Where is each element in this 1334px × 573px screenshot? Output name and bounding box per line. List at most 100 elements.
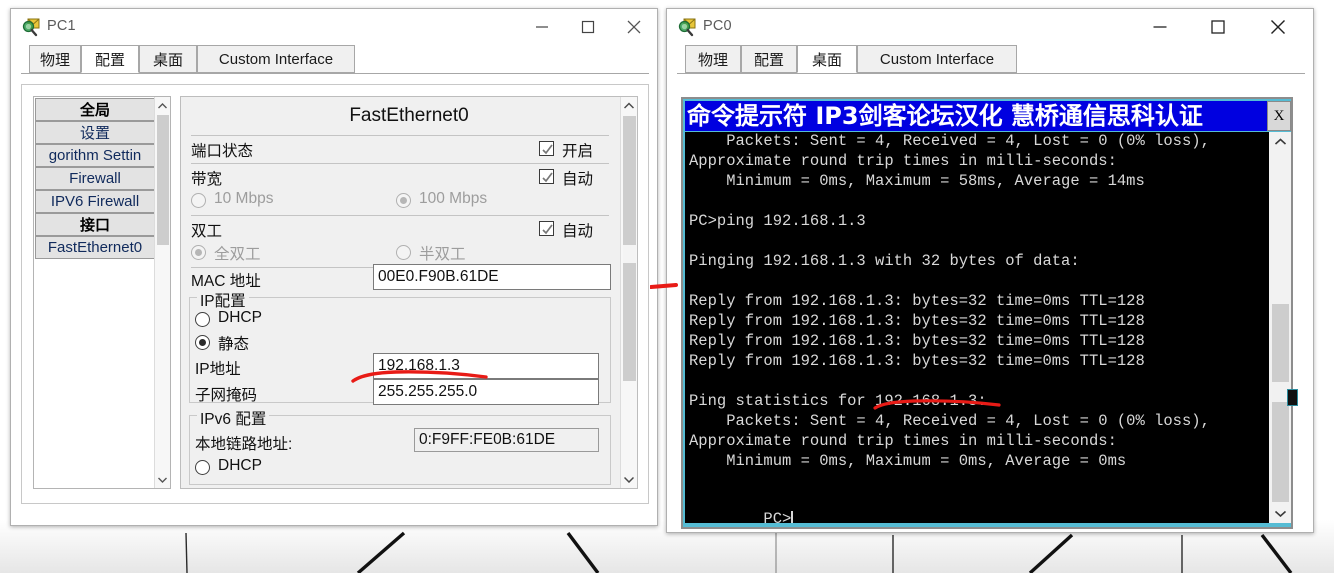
pc0-close-button[interactable] <box>1255 9 1301 45</box>
pc0-tab-custom-interface-label: Custom Interface <box>879 50 995 68</box>
terminal-line: Reply from 192.168.1.3: bytes=32 time=0m… <box>689 352 1145 370</box>
bandwidth-100mbps-radio[interactable] <box>396 193 411 208</box>
terminal-line: Reply from 192.168.1.3: bytes=32 time=0m… <box>689 332 1145 350</box>
ip-address-label: IP地址 <box>195 361 241 378</box>
pc1-tab-custom-interface[interactable]: Custom Interface <box>197 45 355 73</box>
sidebar-scroll-up-icon[interactable] <box>155 97 170 114</box>
bandwidth-100mbps-label: 100 Mbps <box>419 190 488 207</box>
pc1-close-button[interactable] <box>611 9 657 45</box>
pc0-title-text: PC0 <box>703 18 732 34</box>
command-prompt-title-bar: 命令提示符 IP3剑客论坛汉化 慧桥通信思科认证 <box>685 101 1267 131</box>
sidebar-item-algorithm-settings-label: gorithm Settin <box>48 147 142 164</box>
duplex-half-radio[interactable] <box>396 245 411 260</box>
sidebar-item-algorithm-settings[interactable]: gorithm Settin <box>35 144 155 167</box>
sidebar-scroll-thumb[interactable] <box>157 115 169 245</box>
duplex-label: 双工 <box>191 223 223 240</box>
pc0-window: PC0 物理 配置 桌面 Custom Interface 命令提示符 IP3剑… <box>666 8 1314 533</box>
mac-address-label: MAC 地址 <box>191 273 261 290</box>
sidebar-item-ipv6-firewall-label: IPV6 Firewall <box>50 193 140 210</box>
command-prompt-frame: 命令提示符 IP3剑客论坛汉化 慧桥通信思科认证 X Packets: Sent… <box>681 97 1298 529</box>
terminal-prompt-text: PC> <box>763 510 792 523</box>
ipv6-config-group-label: IPv6 配置 <box>197 407 270 429</box>
duplex-auto-label: 自动 <box>562 223 594 240</box>
sidebar-scroll-down-icon[interactable] <box>155 471 170 488</box>
pc0-maximize-button[interactable] <box>1195 9 1241 45</box>
ip-static-label: 静态 <box>218 336 250 353</box>
terminal-line: Reply from 192.168.1.3: bytes=32 time=0m… <box>689 292 1145 310</box>
ip-static-radio[interactable] <box>195 335 210 350</box>
pc0-tab-desktop[interactable]: 桌面 <box>797 45 857 73</box>
ipv6-dhcp-label: DHCP <box>218 457 262 474</box>
command-prompt-title-text: 命令提示符 IP3剑客论坛汉化 慧桥通信思科认证 <box>687 102 1203 130</box>
config-panel-scrollbar[interactable] <box>620 97 637 488</box>
link-local-address-field[interactable]: 0:F9FF:FE0B:61DE <box>414 428 599 452</box>
config-scroll-down-icon[interactable] <box>621 471 637 488</box>
bandwidth-10mbps-label: 10 Mbps <box>214 190 274 207</box>
duplex-auto-checkbox[interactable] <box>539 221 554 236</box>
duplex-full-label: 全双工 <box>214 246 261 263</box>
bandwidth-auto-checkbox[interactable] <box>539 169 554 184</box>
pc0-tab-config-label: 配置 <box>753 51 784 69</box>
command-prompt-close-button[interactable]: X <box>1267 101 1291 131</box>
pc1-window: PC1 物理 配置 桌面 Custom Interface 全局 设置 gori… <box>10 8 658 526</box>
pc0-tab-strip: 物理 配置 桌面 Custom Interface <box>677 45 1305 74</box>
pc1-title-text: PC1 <box>47 18 76 34</box>
sidebar-item-ipv6-firewall[interactable]: IPV6 Firewall <box>35 190 155 213</box>
subnet-mask-label: 子网掩码 <box>195 387 258 404</box>
terminal-scrollbar[interactable] <box>1269 132 1291 523</box>
sidebar-item-fastethernet0[interactable]: FastEthernet0 <box>35 236 155 259</box>
terminal-caret <box>791 511 794 523</box>
port-status-checkbox[interactable] <box>539 141 554 156</box>
ip-dhcp-label: DHCP <box>218 309 262 326</box>
bandwidth-10mbps-radio[interactable] <box>191 193 206 208</box>
sidebar-item-firewall[interactable]: Firewall <box>35 167 155 190</box>
pc0-tab-config[interactable]: 配置 <box>741 45 797 73</box>
sidebar-item-fastethernet0-label: FastEthernet0 <box>47 239 143 256</box>
ipv6-dhcp-radio[interactable] <box>195 460 210 475</box>
sidebar-item-settings-label: 设置 <box>79 125 110 142</box>
port-status-on-label: 开启 <box>562 143 594 160</box>
pc1-tab-physical-label: 物理 <box>39 51 70 69</box>
pc0-tab-physical-label: 物理 <box>697 51 728 69</box>
terminal-line: Reply from 192.168.1.3: bytes=32 time=0m… <box>689 312 1145 330</box>
pc0-titlebar: PC0 <box>667 9 1313 45</box>
bandwidth-label: 带宽 <box>191 171 223 188</box>
pc1-maximize-button[interactable] <box>565 9 611 45</box>
terminal-prompt-line: PC> <box>689 492 794 523</box>
config-scroll-up-icon[interactable] <box>621 97 637 114</box>
sidebar-item-global[interactable]: 全局 <box>35 98 155 121</box>
pc1-sidebar-list: 全局 设置 gorithm Settin Firewall IPV6 Firew… <box>33 96 171 489</box>
sidebar-scrollbar[interactable] <box>154 97 170 488</box>
pc1-tab-custom-interface-label: Custom Interface <box>218 50 334 68</box>
pc1-tab-physical[interactable]: 物理 <box>29 45 81 73</box>
config-scroll-grip <box>623 245 636 263</box>
pc0-tab-custom-interface[interactable]: Custom Interface <box>857 45 1017 73</box>
pc1-tab-desktop[interactable]: 桌面 <box>139 45 197 73</box>
terminal-scroll-up-icon[interactable] <box>1269 133 1291 150</box>
terminal-line: Approximate round trip times in milli-se… <box>689 432 1117 450</box>
pc1-tab-desktop-label: 桌面 <box>152 51 183 69</box>
terminal-line: Packets: Sent = 4, Received = 4, Lost = … <box>689 132 1210 150</box>
terminal-screen[interactable]: Packets: Sent = 4, Received = 4, Lost = … <box>685 132 1269 523</box>
link-local-address-label: 本地链路地址: <box>195 436 293 453</box>
pc0-minimize-button[interactable] <box>1137 9 1183 45</box>
pc1-tab-config[interactable]: 配置 <box>81 45 139 73</box>
pc1-config-body: 全局 设置 gorithm Settin Firewall IPV6 Firew… <box>21 84 649 504</box>
pc1-minimize-button[interactable] <box>519 9 565 45</box>
inspect-magnifier-icon <box>22 18 40 37</box>
pc0-tab-physical[interactable]: 物理 <box>685 45 741 73</box>
mac-address-field[interactable]: 00E0.F90B.61DE <box>373 264 611 290</box>
terminal-resize-nub[interactable] <box>1287 389 1298 406</box>
sidebar-item-settings[interactable]: 设置 <box>35 121 155 144</box>
pc1-titlebar: PC1 <box>11 9 657 45</box>
ip-config-group-label: IP配置 <box>197 289 249 311</box>
sidebar-item-interface-label: 接口 <box>79 217 110 234</box>
bandwidth-auto-label: 自动 <box>562 171 594 188</box>
duplex-half-label: 半双工 <box>419 246 466 263</box>
ip-dhcp-radio[interactable] <box>195 312 210 327</box>
sidebar-item-interface[interactable]: 接口 <box>35 213 155 236</box>
panel-title: FastEthernet0 <box>349 105 469 126</box>
terminal-scroll-down-icon[interactable] <box>1269 505 1291 522</box>
duplex-full-radio[interactable] <box>191 245 206 260</box>
pc1-tab-config-label: 配置 <box>94 51 125 69</box>
